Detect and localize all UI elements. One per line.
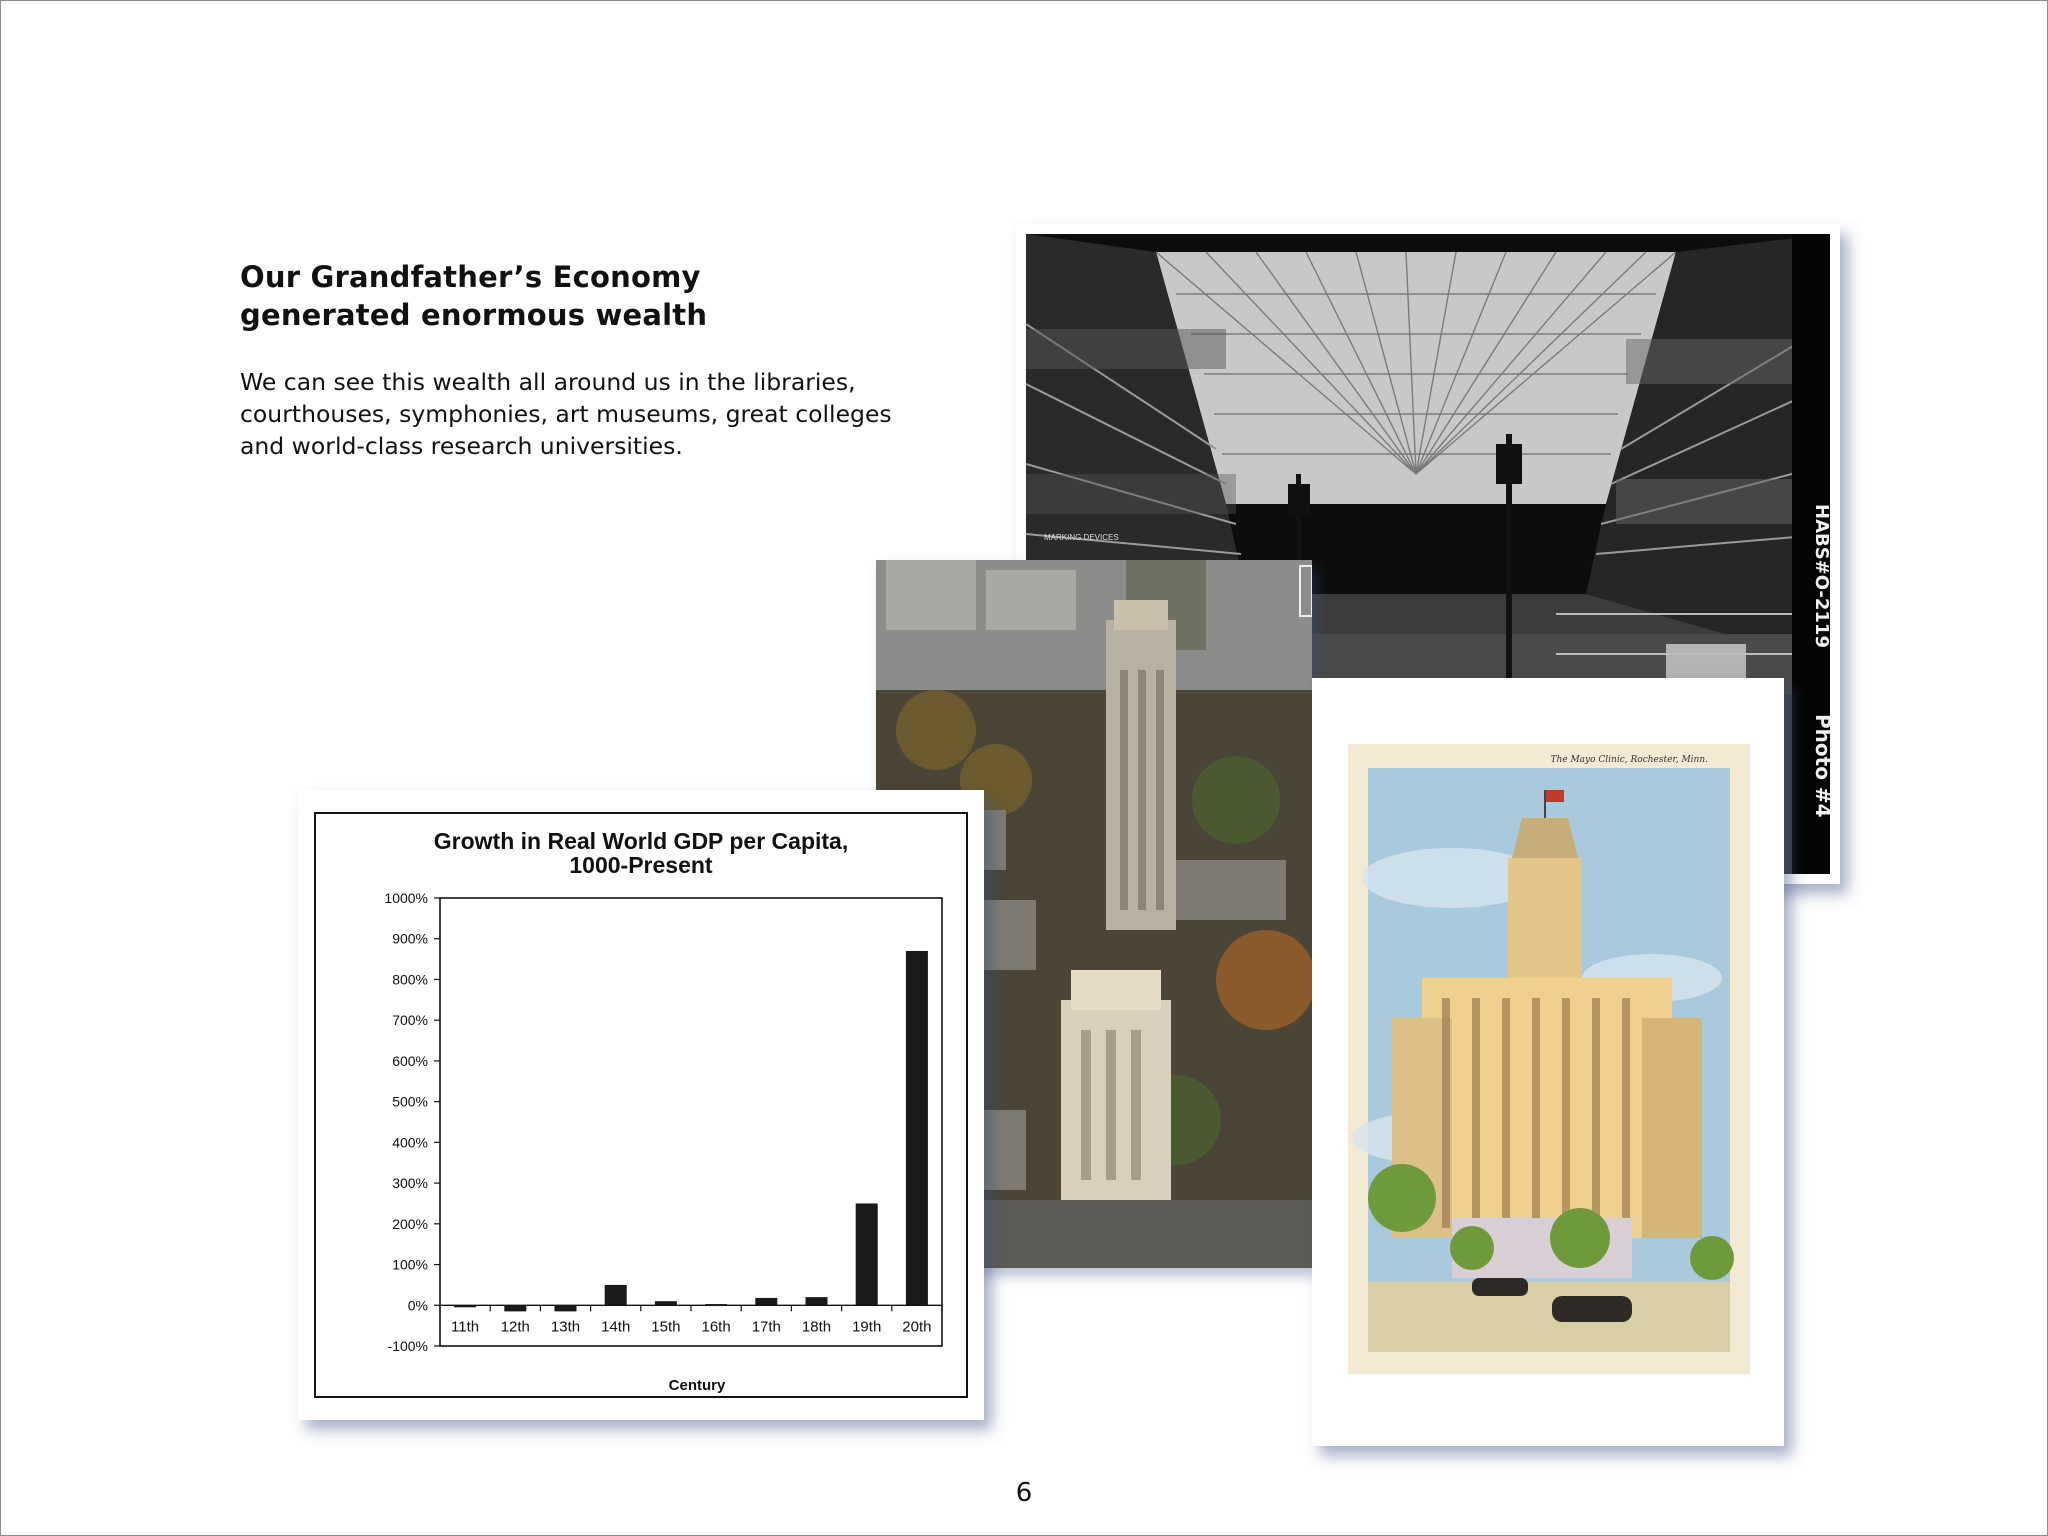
y-tick-label: 1000%	[384, 890, 428, 906]
x-tick-label: 18th	[802, 1318, 831, 1335]
bar-20th	[905, 950, 928, 1306]
x-axis-label: Century	[669, 1377, 726, 1394]
y-tick-label: -100%	[388, 1338, 428, 1354]
postcard-image: The Mayo Clinic, Rochester, Minn.	[1312, 678, 1784, 1446]
x-tick-label: 20th	[902, 1318, 931, 1335]
x-tick-label: 16th	[701, 1318, 730, 1335]
bar-17th	[755, 1297, 778, 1306]
bar-11th	[454, 1305, 477, 1308]
body-line-3: and world-class research universities.	[240, 432, 683, 460]
gdp-chart-card: Growth in Real World GDP per Capita, 100…	[298, 790, 984, 1420]
mayo-clinic-postcard: The Mayo Clinic, Rochester, Minn.	[1312, 678, 1784, 1446]
bar-15th	[654, 1301, 677, 1306]
y-tick-label: 0%	[408, 1297, 428, 1313]
y-tick-label: 600%	[392, 1053, 428, 1069]
y-tick-label: 700%	[392, 1012, 428, 1028]
arcade-side-caption-2: Photo #4	[1811, 714, 1830, 818]
page-number: 6	[1015, 1478, 1033, 1508]
body-line-1: We can see this wealth all around us in …	[240, 368, 856, 396]
x-tick-label: 11th	[451, 1318, 479, 1335]
y-tick-label: 300%	[392, 1175, 428, 1191]
bar-16th	[705, 1304, 728, 1307]
heading-line-1: Our Grandfather’s Economy	[240, 260, 701, 294]
bar-14th	[604, 1284, 627, 1306]
y-tick-label: 400%	[392, 1134, 428, 1150]
x-tick-label: 17th	[752, 1318, 781, 1335]
x-tick-label: 14th	[601, 1318, 630, 1335]
x-tick-label: 12th	[501, 1318, 530, 1335]
x-tick-label: 13th	[551, 1318, 580, 1335]
y-tick-label: 800%	[392, 971, 428, 987]
bar-13th	[554, 1305, 577, 1312]
arcade-side-caption-1: HABS#O-2119	[1811, 504, 1830, 648]
bar-12th	[504, 1305, 527, 1312]
slide-heading: Our Grandfather’s Economy generated enor…	[240, 258, 880, 334]
y-tick-label: 100%	[392, 1257, 428, 1273]
x-tick-label: 15th	[651, 1318, 680, 1335]
bar-18th	[805, 1297, 828, 1306]
slide-body-text: We can see this wealth all around us in …	[240, 366, 900, 462]
bar-19th	[855, 1203, 878, 1306]
x-tick-label: 19th	[852, 1318, 881, 1335]
body-line-2: courthouses, symphonies, art museums, gr…	[240, 400, 892, 428]
arcade-sign-text: MARKING DEVICES	[1044, 533, 1119, 542]
y-tick-label: 200%	[392, 1216, 428, 1232]
y-tick-label: 500%	[392, 1094, 428, 1110]
postcard-caption: The Mayo Clinic, Rochester, Minn.	[1550, 755, 1708, 765]
heading-line-2: generated enormous wealth	[240, 298, 708, 332]
y-tick-label: 900%	[392, 931, 428, 947]
gdp-chart: 1000% 900% 800% 700% 600% 500% 400% 300% 200% 100…	[384, 890, 943, 1394]
